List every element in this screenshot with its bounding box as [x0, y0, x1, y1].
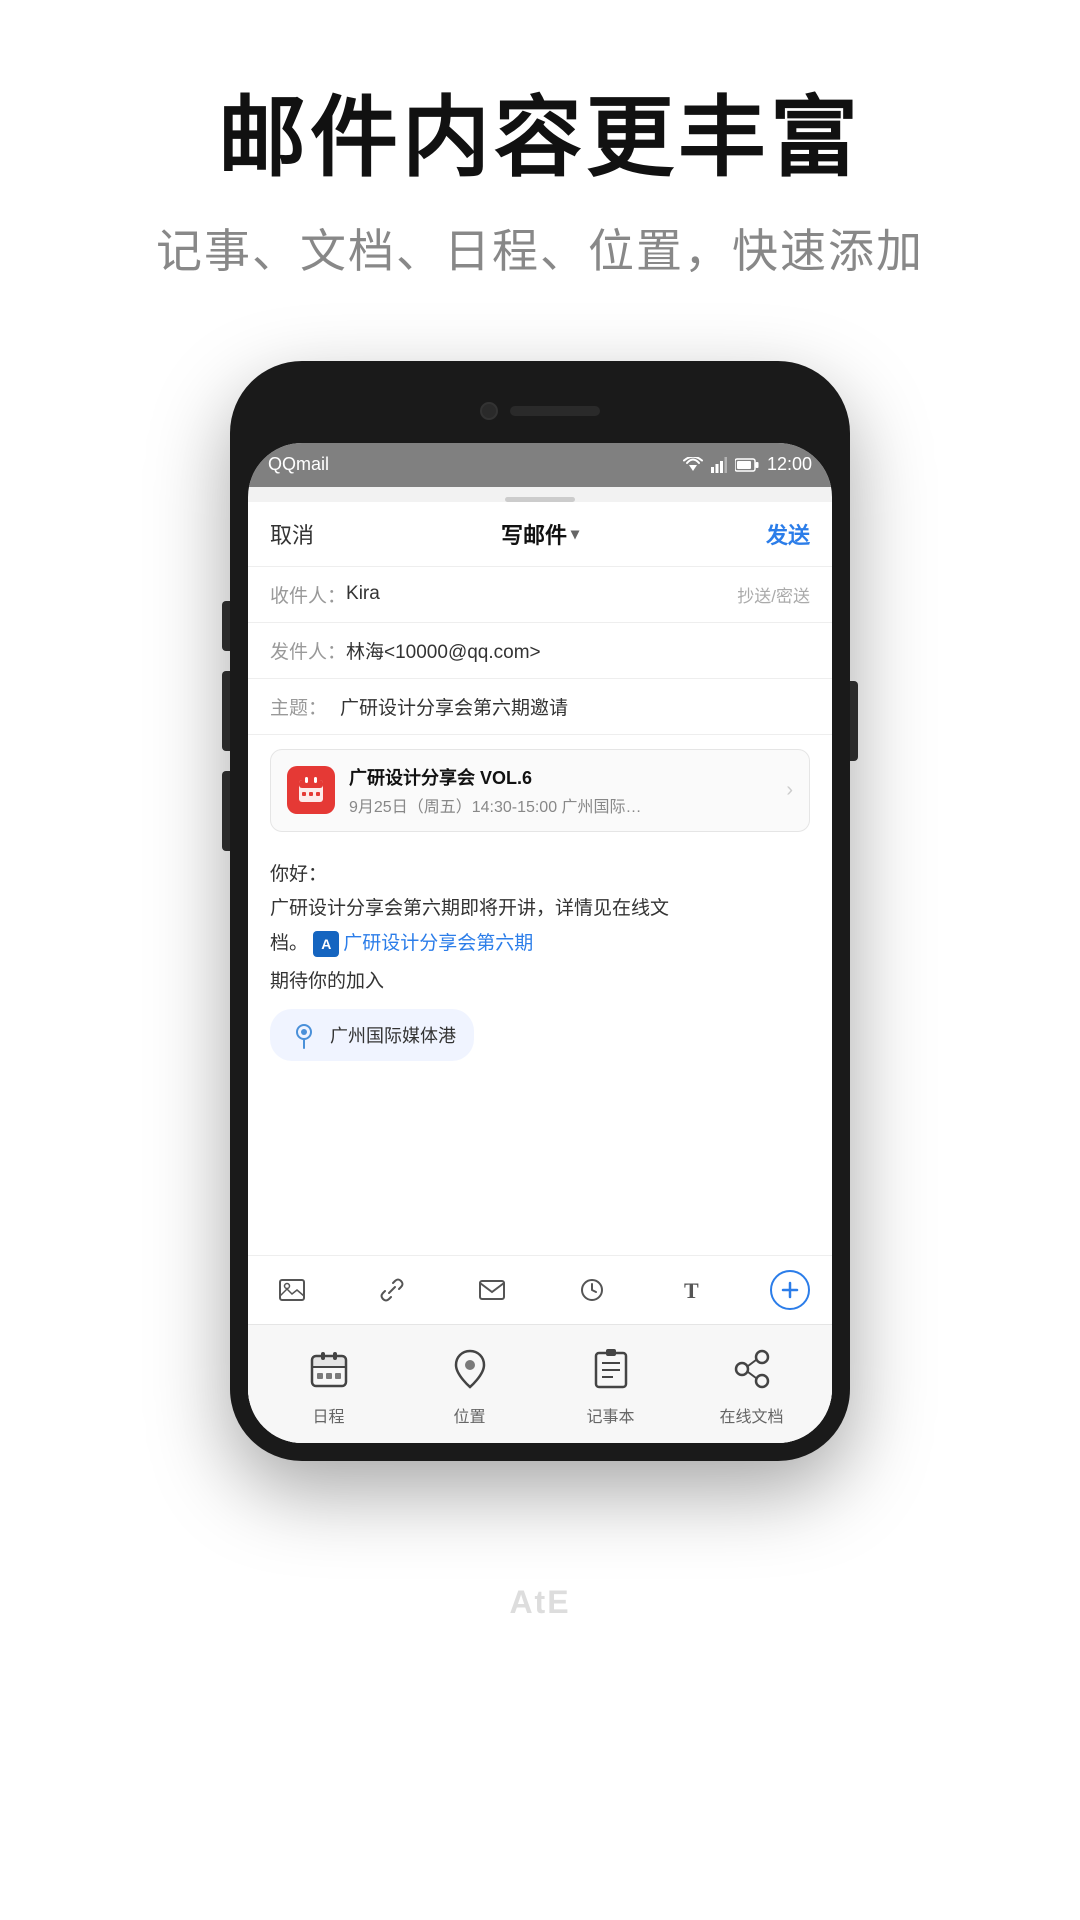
link-svg-icon [379, 1277, 405, 1303]
envelope-tool-icon[interactable] [470, 1268, 514, 1312]
subject-value[interactable]: 广研设计分享会第六期邀请 [340, 693, 810, 720]
side-button-left2 [222, 671, 230, 751]
status-bar: QQmail [248, 443, 832, 487]
body-closing: 期待你的加入 [270, 967, 810, 997]
body-line2: 档。 A 广研设计分享会第六期 [270, 929, 810, 959]
compose-title: 写邮件 ▾ [501, 518, 579, 550]
hero-subtitle: 记事、文档、日程、位置，快速添加 [0, 215, 1080, 281]
image-tool-icon[interactable] [270, 1268, 314, 1312]
to-label: 收件人： [270, 581, 346, 608]
tray-calendar-icon [303, 1343, 355, 1395]
tray-online-doc-svg [732, 1349, 772, 1389]
clock-svg-icon [580, 1278, 604, 1302]
phone-outer: QQmail [230, 361, 850, 1461]
cancel-button[interactable]: 取消 [270, 518, 314, 550]
tray-item-calendar[interactable]: 日程 [279, 1343, 379, 1427]
compose-nav: 取消 写邮件 ▾ 发送 [248, 502, 832, 567]
tray-online-doc-label: 在线文档 [719, 1403, 783, 1427]
tray-notepad-svg [593, 1349, 629, 1389]
link-tool-icon[interactable] [370, 1268, 414, 1312]
location-text: 广州国际媒体港 [330, 1022, 456, 1048]
calendar-icon [287, 766, 335, 814]
battery-icon [735, 458, 759, 472]
calendar-svg-icon [297, 776, 325, 804]
phone-speaker [510, 406, 600, 416]
subject-field-row: 主题： 广研设计分享会第六期邀请 [248, 679, 832, 735]
tray-location-label: 位置 [453, 1403, 485, 1427]
watermark-text: AtE [509, 1584, 570, 1621]
status-time: 12:00 [767, 454, 812, 475]
add-tool-icon[interactable] [770, 1270, 810, 1310]
hero-title: 邮件内容更丰富 [0, 90, 1080, 187]
location-card[interactable]: 广州国际媒体港 [270, 1009, 474, 1061]
send-button[interactable]: 发送 [766, 518, 810, 550]
bottom-tray: 日程 位置 [248, 1324, 832, 1443]
body-line1: 广研设计分享会第六期即将开讲，详情见在线文 [270, 894, 810, 924]
doc-link-text[interactable]: 广研设计分享会第六期 [343, 929, 533, 959]
toolbar-row: T [270, 1268, 810, 1312]
tray-online-doc-icon [726, 1343, 778, 1395]
phone-top-bar [248, 379, 832, 443]
calendar-event-time: 9月25日（周五）14:30-15:00 广州国际… [349, 793, 772, 817]
doc-link[interactable]: A 广研设计分享会第六期 [313, 929, 533, 959]
calendar-arrow-icon: › [786, 779, 793, 802]
tray-notepad-label: 记事本 [586, 1403, 634, 1427]
email-compose-area: 取消 写邮件 ▾ 发送 收件人： Kira 抄送/密送 发件人： 林海<10 [248, 502, 832, 1443]
plus-svg-icon [780, 1280, 800, 1300]
svg-text:T: T [684, 1278, 699, 1302]
email-body[interactable]: 你好： 广研设计分享会第六期即将开讲，详情见在线文 档。 A 广研设计分享会第六… [248, 846, 832, 1255]
from-value[interactable]: 林海<10000@qq.com> [346, 637, 810, 664]
calendar-event-title: 广研设计分享会 VOL.6 [349, 764, 772, 790]
clock-tool-icon[interactable] [570, 1268, 614, 1312]
side-button-left3 [222, 771, 230, 851]
calendar-attachment[interactable]: 广研设计分享会 VOL.6 9月25日（周五）14:30-15:00 广州国际…… [270, 749, 810, 832]
doc-icon: A [313, 931, 339, 957]
tray-item-location[interactable]: 位置 [420, 1343, 520, 1427]
tray-notepad-icon [585, 1343, 637, 1395]
body-greeting: 你好： [270, 860, 810, 890]
side-button-right [850, 681, 858, 761]
tray-calendar-label: 日程 [312, 1403, 344, 1427]
image-svg-icon [279, 1279, 305, 1301]
text-format-svg-icon: T [682, 1278, 702, 1302]
bottom-area: AtE [0, 1461, 1080, 1661]
tray-location-icon [444, 1343, 496, 1395]
tray-calendar-svg [309, 1349, 349, 1389]
envelope-svg-icon [479, 1280, 505, 1300]
cc-bcc-button[interactable]: 抄送/密送 [737, 582, 810, 607]
subject-label: 主题： [270, 693, 340, 720]
signal-icon [711, 457, 727, 473]
phone-screen: QQmail [248, 443, 832, 1443]
wifi-icon [683, 457, 703, 473]
location-pin-icon [288, 1019, 320, 1051]
from-field-row: 发件人： 林海<10000@qq.com> [248, 623, 832, 679]
to-field-row: 收件人： Kira 抄送/密送 [248, 567, 832, 623]
title-dropdown-arrow[interactable]: ▾ [571, 524, 579, 544]
tray-item-notepad[interactable]: 记事本 [561, 1343, 661, 1427]
side-button-left1 [222, 601, 230, 651]
to-value[interactable]: Kira [346, 583, 737, 605]
phone-mockup: QQmail [230, 361, 850, 1461]
status-app-name: QQmail [268, 454, 329, 475]
phone-camera [480, 402, 498, 420]
text-format-tool-icon[interactable]: T [670, 1268, 714, 1312]
hero-section: 邮件内容更丰富 记事、文档、日程、位置，快速添加 [0, 0, 1080, 321]
location-svg [290, 1021, 318, 1049]
tray-location-svg [452, 1349, 488, 1389]
compose-toolbar: T [248, 1255, 832, 1324]
from-label: 发件人： [270, 637, 346, 664]
tray-item-online-doc[interactable]: 在线文档 [702, 1343, 802, 1427]
calendar-info: 广研设计分享会 VOL.6 9月25日（周五）14:30-15:00 广州国际… [349, 764, 772, 817]
status-icons: 12:00 [683, 454, 812, 475]
